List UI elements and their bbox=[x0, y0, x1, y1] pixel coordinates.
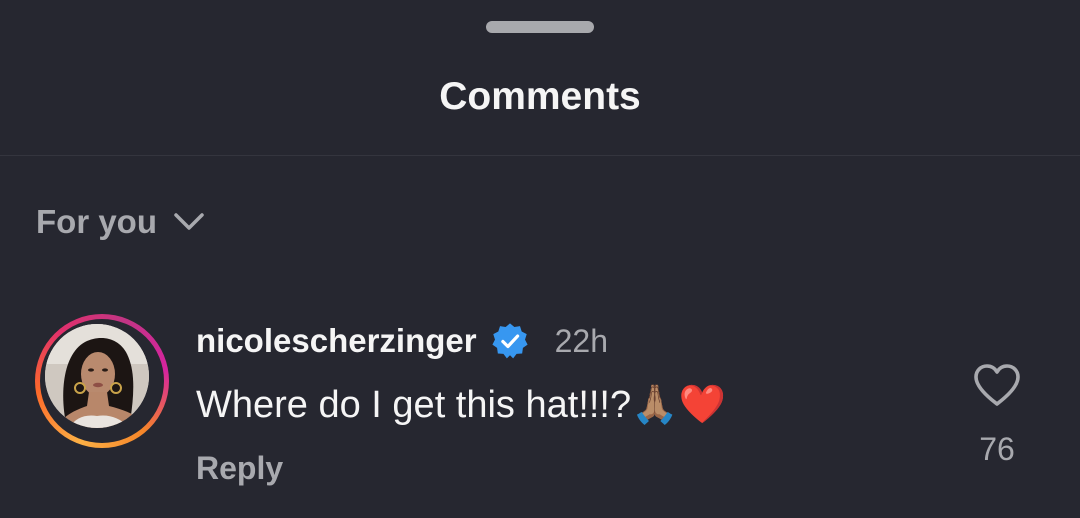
sort-label: For you bbox=[36, 203, 157, 240]
drag-handle[interactable] bbox=[486, 21, 594, 33]
avatar-story-ring[interactable] bbox=[35, 314, 169, 448]
comment-meta: nicolescherzinger 22h bbox=[196, 318, 916, 364]
like-count: 76 bbox=[979, 431, 1015, 467]
chevron-down-icon bbox=[174, 213, 204, 230]
reply-button[interactable]: Reply bbox=[196, 448, 283, 488]
heart-outline-icon[interactable] bbox=[972, 362, 1022, 408]
comment-timestamp: 22h bbox=[554, 323, 608, 359]
comment-text: Where do I get this hat!!!?🙏🏽❤️ bbox=[196, 384, 726, 426]
like-column: 76 bbox=[964, 362, 1030, 468]
verified-badge-icon bbox=[492, 323, 528, 359]
sort-dropdown[interactable]: For you bbox=[36, 200, 205, 244]
comment-item: nicolescherzinger 22h Where do I get thi… bbox=[196, 318, 916, 488]
comment-username[interactable]: nicolescherzinger bbox=[196, 321, 477, 361]
avatar[interactable] bbox=[45, 324, 149, 428]
sheet-title: Comments bbox=[439, 75, 641, 118]
header-divider bbox=[0, 155, 1080, 156]
avatar-photo bbox=[45, 324, 149, 428]
comments-sheet: Comments For you nicolescherzinger 22h W… bbox=[0, 0, 1080, 518]
